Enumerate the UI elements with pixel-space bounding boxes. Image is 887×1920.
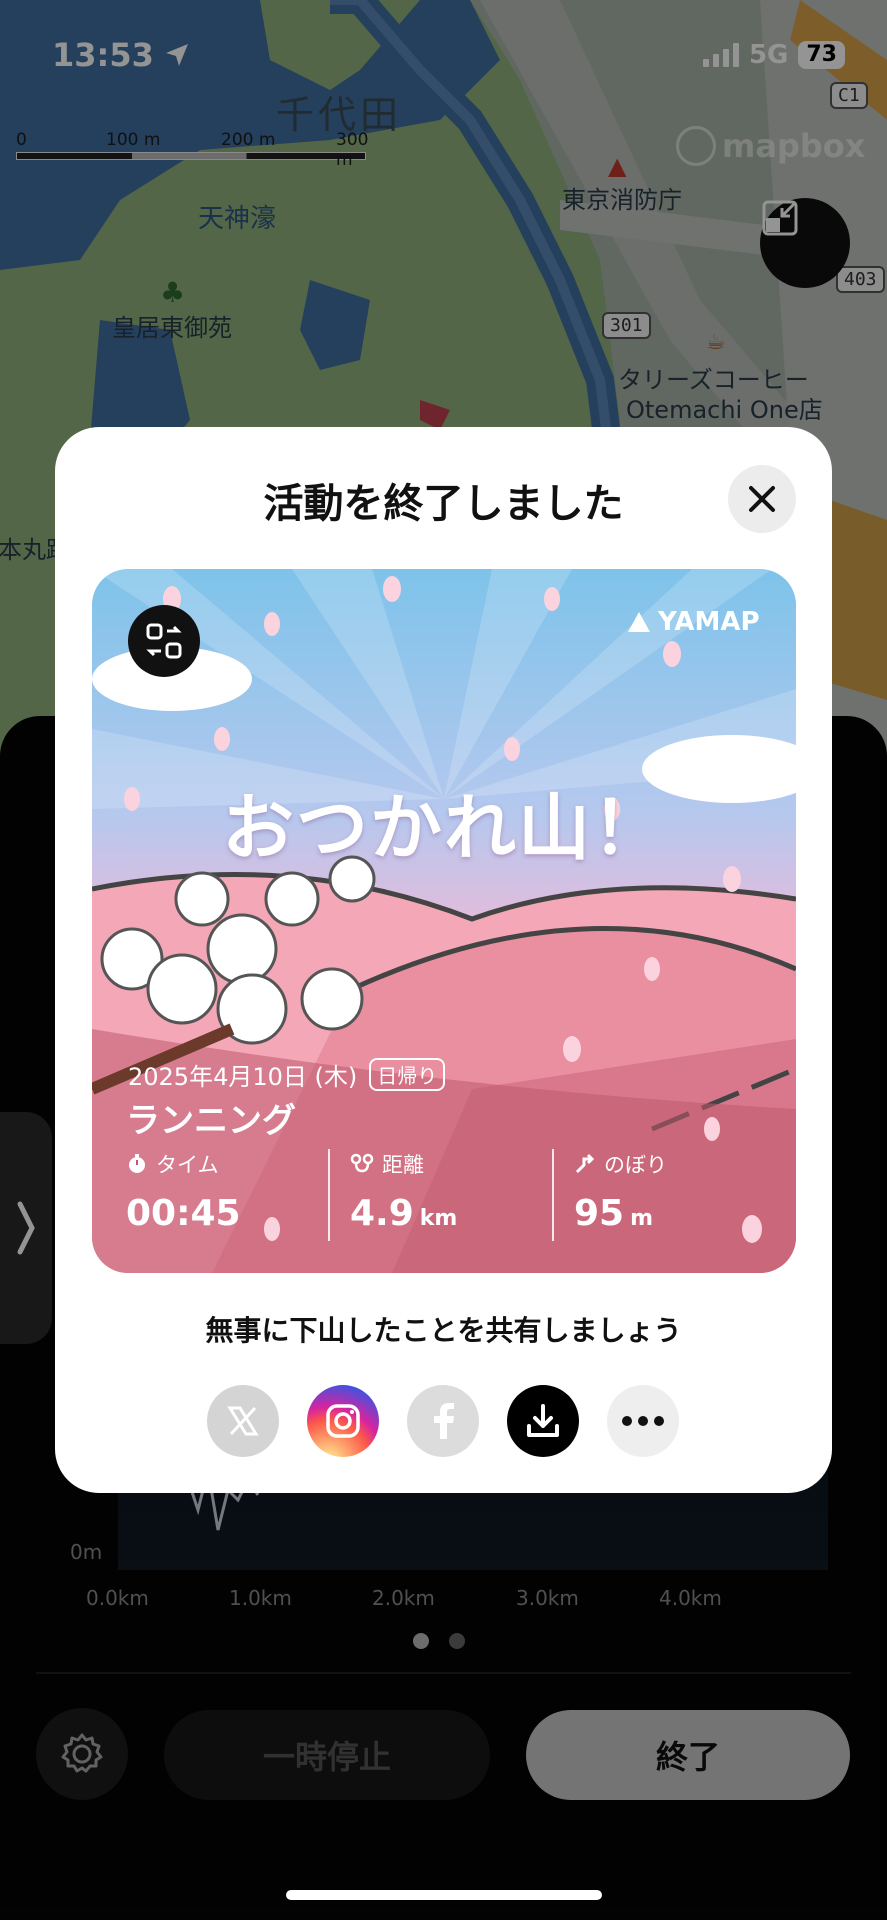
modal-title: 活動を終了しました	[263, 481, 624, 527]
stat-ascent-value: 95	[574, 1193, 625, 1234]
share-card: YAMAP おつかれ山！ 2025年4月10日 (木) 日帰り ランニング タイ…	[92, 569, 796, 1273]
card-stats: タイム 00:45 距離 4.9 km のぼり 95 m	[126, 1149, 776, 1241]
card-activity-type: ランニング	[126, 1101, 296, 1141]
stat-time: タイム 00:45	[126, 1149, 328, 1241]
trip-type-badge: 日帰り	[369, 1058, 446, 1091]
yamap-mountain-icon	[628, 612, 650, 632]
yamap-brand-text: YAMAP	[658, 607, 760, 637]
facebook-icon	[434, 1403, 454, 1439]
stat-ascent: のぼり 95 m	[552, 1149, 776, 1241]
route-icon	[350, 1153, 374, 1173]
ascent-arrow-icon	[575, 1153, 595, 1174]
share-buttons	[207, 1385, 679, 1457]
stat-time-value: 00:45	[126, 1193, 241, 1234]
stopwatch-icon	[129, 1154, 145, 1173]
home-indicator[interactable]	[286, 1890, 602, 1900]
yamap-logo: YAMAP	[626, 607, 760, 637]
x-logo-icon	[227, 1406, 259, 1436]
stat-distance-label: 距離	[382, 1153, 424, 1177]
card-date: 2025年4月10日 (木)	[128, 1063, 358, 1091]
close-icon	[749, 486, 775, 512]
swap-design-button[interactable]	[128, 605, 200, 677]
more-options-button[interactable]	[607, 1385, 679, 1457]
share-prompt: 無事に下山したことを共有しましょう	[205, 1314, 682, 1347]
stat-ascent-label: のぼり	[604, 1153, 667, 1177]
download-button[interactable]	[507, 1385, 579, 1457]
stat-time-label: タイム	[156, 1153, 219, 1177]
swap-icon	[146, 623, 182, 659]
more-dots-icon	[622, 1416, 664, 1426]
share-instagram-button[interactable]	[307, 1385, 379, 1457]
stat-distance-value: 4.9	[350, 1193, 414, 1234]
card-headline: おつかれ山！	[221, 786, 666, 870]
activity-finished-modal: 活動を終了しました YAMAP おつかれ山！ 2025年4月10日 (木) 日帰…	[55, 427, 832, 1493]
download-icon	[527, 1404, 559, 1437]
stat-distance: 距離 4.9 km	[328, 1149, 552, 1241]
close-button[interactable]	[728, 465, 796, 533]
instagram-icon	[326, 1404, 360, 1438]
stat-distance-unit: km	[419, 1206, 458, 1231]
stat-ascent-unit: m	[630, 1206, 654, 1231]
card-date-row: 2025年4月10日 (木) 日帰り	[128, 1057, 446, 1092]
share-facebook-button[interactable]	[407, 1385, 479, 1457]
share-x-button[interactable]	[207, 1385, 279, 1457]
